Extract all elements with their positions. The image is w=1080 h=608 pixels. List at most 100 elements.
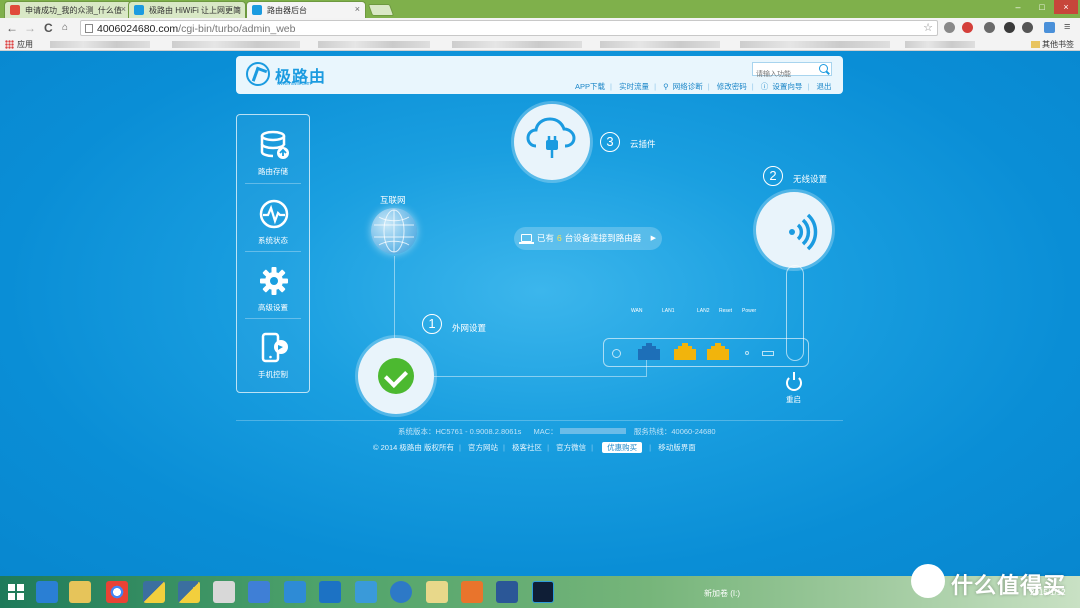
footer-link-wechat[interactable]: 官方微信: [556, 443, 586, 452]
bookmark-item[interactable]: [905, 41, 975, 48]
link-app-download[interactable]: APP下载: [575, 82, 605, 91]
sidebar-item-label: 手机控制: [258, 370, 288, 379]
volume-label[interactable]: 新加卷 (I:): [704, 588, 740, 599]
python-icon[interactable]: [143, 581, 165, 603]
back-button[interactable]: ←: [6, 21, 18, 35]
bookmark-item[interactable]: [600, 41, 720, 48]
app-icon[interactable]: [284, 581, 306, 603]
hiwifi-logo-icon[interactable]: [246, 62, 270, 86]
photoshop-icon[interactable]: [532, 581, 554, 603]
extension-icon[interactable]: [984, 22, 995, 33]
bookmarks-bar: 应用 其他书签: [0, 38, 1080, 51]
reboot-label[interactable]: 重启: [786, 394, 801, 405]
bookmark-item[interactable]: [50, 41, 150, 48]
close-icon[interactable]: ×: [121, 4, 126, 14]
indicator-icon: [612, 349, 621, 358]
search-icon[interactable]: [819, 64, 828, 73]
wireless-settings-button[interactable]: [756, 192, 832, 268]
mac-label: MAC：: [533, 427, 558, 436]
puzzle-icon[interactable]: [1022, 22, 1033, 33]
tab-hiwifi[interactable]: 极路由 HiWiFi 让上网更简 ×: [128, 1, 246, 18]
footer-link-mobile[interactable]: 移动版界面: [658, 443, 696, 452]
footer-link-official-site[interactable]: 官方网站: [468, 443, 498, 452]
apps-bookmark[interactable]: 应用: [17, 39, 33, 50]
menu-icon[interactable]: ≡: [1064, 22, 1075, 33]
cloud-app-icon[interactable]: [355, 581, 377, 603]
other-bookmarks[interactable]: 其他书签: [1031, 39, 1074, 50]
address-bar[interactable]: 4006024680.com/cgi-bin/turbo/admin_web ☆: [80, 20, 938, 36]
apps-grid-icon[interactable]: [5, 40, 14, 49]
app-icon[interactable]: [248, 581, 270, 603]
start-button[interactable]: [8, 584, 24, 600]
ie-icon[interactable]: [390, 581, 412, 603]
footer-link-community[interactable]: 极客社区: [512, 443, 542, 452]
step-number: 3: [600, 132, 620, 152]
new-tab-button[interactable]: [367, 4, 395, 16]
maximize-button[interactable]: □: [1030, 0, 1054, 14]
chrome-icon[interactable]: [106, 581, 128, 603]
device-count: 6: [557, 233, 562, 243]
close-icon[interactable]: ×: [355, 4, 360, 14]
port-label: LAN1: [662, 308, 675, 314]
ie-icon[interactable]: [36, 581, 58, 603]
wan-port-icon[interactable]: [638, 343, 660, 360]
search-input[interactable]: [753, 68, 815, 81]
tab-smzdm[interactable]: 申请成功_我的众测_什么值 ×: [4, 1, 132, 18]
sidebar-item-system-status[interactable]: 系统状态: [237, 184, 309, 250]
link-logout[interactable]: 退出: [816, 82, 831, 91]
close-window-button[interactable]: ×: [1054, 0, 1078, 14]
app-icon[interactable]: [213, 581, 235, 603]
pulse-icon: [259, 199, 289, 229]
folder-icon: [1031, 41, 1040, 48]
home-icon[interactable]: ⌂: [62, 21, 68, 35]
cloud-plugin-label[interactable]: 云插件: [630, 138, 656, 150]
minimize-button[interactable]: –: [1006, 0, 1030, 14]
connected-devices-button[interactable]: 已有 6 台设备连接到路由器 ▶: [514, 227, 662, 250]
cloud-plugin-button[interactable]: [514, 104, 590, 180]
storage-icon: [260, 130, 289, 159]
link-network-diagnosis[interactable]: 网络诊断: [673, 82, 703, 91]
app-icon[interactable]: [319, 581, 341, 603]
wan-settings-label[interactable]: 外网设置: [452, 322, 486, 334]
wan-settings-button[interactable]: [358, 338, 434, 414]
bookmark-item[interactable]: [740, 41, 890, 48]
bookmark-item[interactable]: [318, 41, 430, 48]
sidebar-item-mobile-control[interactable]: 手机控制: [237, 318, 309, 384]
bookmark-star-icon[interactable]: ☆: [923, 21, 933, 34]
port-label: WAN: [631, 308, 643, 314]
lan2-port-icon[interactable]: [707, 343, 729, 360]
devices-text: 已有 6 台设备连接到路由器: [537, 233, 642, 243]
link-realtime-traffic[interactable]: 实时流量: [619, 82, 649, 91]
forward-button[interactable]: →: [24, 21, 36, 35]
bookmark-item[interactable]: [172, 41, 300, 48]
app-icon[interactable]: [426, 581, 448, 603]
step-number: 2: [763, 166, 783, 186]
sidebar-item-advanced[interactable]: 高级设置: [237, 251, 309, 317]
bookmark-item[interactable]: [452, 41, 582, 48]
browser-toolbar: ← → C ⌂ 4006024680.com/cgi-bin/turbo/adm…: [0, 18, 1080, 38]
wireless-settings-label[interactable]: 无线设置: [793, 173, 827, 185]
url-text: 4006024680.com/cgi-bin/turbo/admin_web: [97, 23, 296, 35]
laptop-icon: [519, 234, 534, 244]
extension-icon[interactable]: [1044, 22, 1055, 33]
explorer-folder-icon[interactable]: [69, 581, 91, 603]
reload-button[interactable]: C: [44, 21, 53, 35]
extension-icon[interactable]: [944, 22, 955, 33]
power-icon[interactable]: [786, 372, 802, 391]
lan1-port-icon[interactable]: [674, 343, 696, 360]
cloud-plug-icon: [526, 117, 576, 158]
globe-icon[interactable]: [371, 208, 417, 254]
close-icon[interactable]: ×: [235, 4, 240, 14]
tab-router-admin[interactable]: 路由器后台 ×: [246, 1, 366, 18]
buy-button[interactable]: 优惠购买: [602, 442, 643, 453]
python-icon[interactable]: [178, 581, 200, 603]
link-change-password[interactable]: 修改密码: [717, 82, 747, 91]
app-icon[interactable]: [461, 581, 483, 603]
page-icon: [85, 24, 93, 33]
gear-icon: [260, 267, 288, 295]
clock-icon[interactable]: [1004, 22, 1015, 33]
sidebar-item-storage[interactable]: 路由存储: [237, 115, 309, 181]
word-icon[interactable]: [496, 581, 518, 603]
link-setup-wizard[interactable]: 设置向导: [772, 82, 802, 91]
extension-icon[interactable]: [962, 22, 973, 33]
